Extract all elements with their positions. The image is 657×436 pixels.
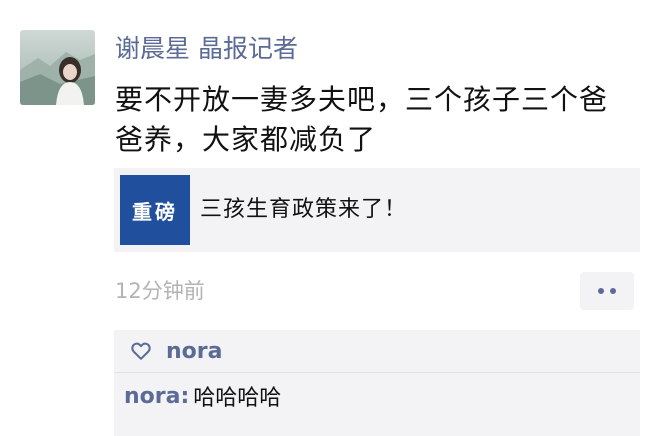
post-content: 要不开放一妻多夫吧，三个孩子三个爸爸养，大家都减负了 [115, 83, 609, 156]
two-dots-icon-dot [610, 288, 616, 294]
avatar[interactable] [20, 30, 95, 105]
shared-link-card[interactable]: 重磅 三孩生育政策来了！ [114, 168, 640, 252]
comment-text: 哈哈哈哈 [193, 386, 282, 411]
comment-row[interactable]: nora : 哈哈哈哈 [114, 374, 640, 418]
interaction-panel: nora nora : 哈哈哈哈 [114, 330, 640, 436]
author-name[interactable]: 谢晨星 晶报记者 [115, 30, 298, 68]
avatar-photo [20, 52, 95, 105]
shared-link-thumbnail: 重磅 [120, 175, 190, 245]
like-user-name[interactable]: nora [166, 339, 222, 364]
two-dots-icon [598, 288, 604, 294]
heart-outline-icon [131, 342, 151, 360]
comment-user-name[interactable]: nora [124, 384, 180, 409]
shared-link-title: 三孩生育政策来了！ [200, 197, 408, 222]
more-actions-button[interactable] [580, 272, 634, 310]
likes-row: nora [114, 330, 640, 373]
comment-separator: : [180, 383, 190, 409]
thumbnail-text: 重磅 [132, 199, 178, 224]
post-timestamp: 12分钟前 [115, 279, 205, 303]
